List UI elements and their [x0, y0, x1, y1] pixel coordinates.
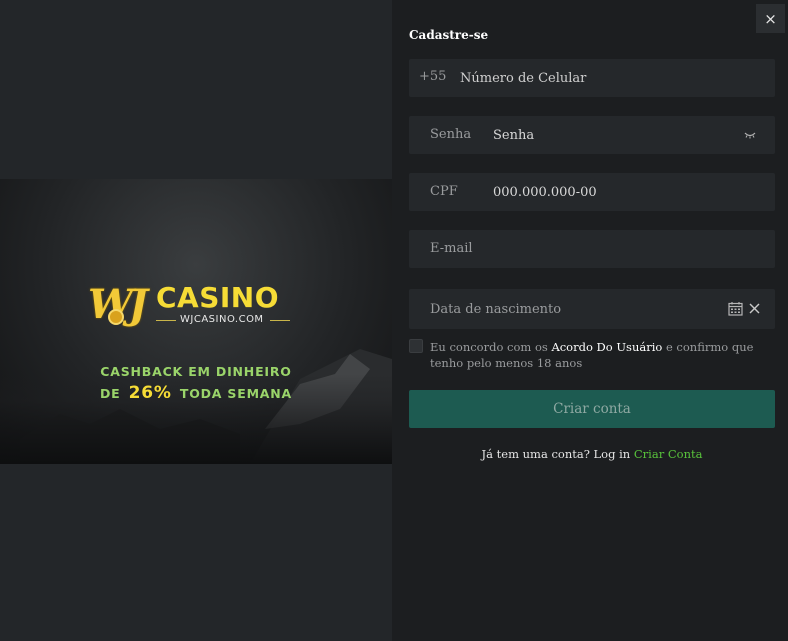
create-account-button[interactable]: Criar conta — [409, 390, 775, 428]
birthdate-field[interactable]: Data de nascimento — [409, 289, 775, 329]
password-placeholder: Senha — [493, 128, 535, 143]
email-field[interactable]: E-mail — [409, 230, 775, 268]
promo-prefix: DE — [99, 386, 121, 401]
login-prompt-text: Já tem uma conta? Log in — [481, 447, 634, 461]
logo-site-text: WJCASINO.COM — [180, 314, 264, 325]
birthdate-placeholder: Data de nascimento — [430, 302, 562, 317]
agreement-text-before: Eu concordo com os — [430, 340, 552, 354]
logo-divider-right — [270, 320, 290, 321]
promo-suffix: TODA SEMANA — [179, 386, 293, 401]
clear-icon[interactable] — [749, 303, 760, 314]
create-account-link[interactable]: Criar Conta — [634, 447, 703, 461]
cpf-field[interactable]: CPF 000.000.000-00 — [409, 173, 775, 211]
cpf-placeholder: 000.000.000-00 — [493, 185, 597, 200]
phone-prefix: +55 — [419, 69, 447, 84]
login-prompt: Já tem uma conta? Log in Criar Conta — [409, 447, 775, 461]
promo-banner: WJ CASINO WJCASINO.COM CASHBACK EM DINHE… — [0, 179, 392, 464]
phone-field[interactable]: +55 Número de Celular — [409, 59, 775, 97]
phone-placeholder: Número de Celular — [460, 71, 587, 86]
close-icon: × — [764, 9, 777, 28]
promo-line-2: DE 26% TODA SEMANA — [0, 383, 392, 403]
close-button[interactable]: × — [756, 4, 785, 33]
agreement-text: Eu concordo com os Acordo Do Usuário e c… — [430, 339, 770, 371]
casino-chip-icon — [108, 309, 124, 325]
registration-page: WJ CASINO WJCASINO.COM CASHBACK EM DINHE… — [0, 0, 788, 641]
email-placeholder: E-mail — [430, 241, 473, 256]
promo-percent: 26% — [128, 383, 172, 403]
calendar-icon[interactable] — [728, 301, 743, 316]
form-title: Cadastre-se — [409, 28, 489, 42]
logo-casino-text: CASINO — [156, 281, 280, 314]
promo-line-1: CASHBACK EM DINHEIRO — [100, 364, 292, 379]
eye-closed-icon[interactable] — [744, 131, 756, 139]
agreement-checkbox[interactable] — [409, 339, 423, 353]
password-label: Senha — [430, 127, 472, 142]
wjcasino-logo: WJ CASINO WJCASINO.COM — [88, 279, 298, 329]
promo-area: WJ CASINO WJCASINO.COM CASHBACK EM DINHE… — [0, 0, 392, 641]
user-agreement-link[interactable]: Acordo Do Usuário — [551, 340, 662, 354]
logo-divider-left — [156, 320, 176, 321]
password-field[interactable]: Senha Senha — [409, 116, 775, 154]
cpf-label: CPF — [430, 184, 458, 199]
